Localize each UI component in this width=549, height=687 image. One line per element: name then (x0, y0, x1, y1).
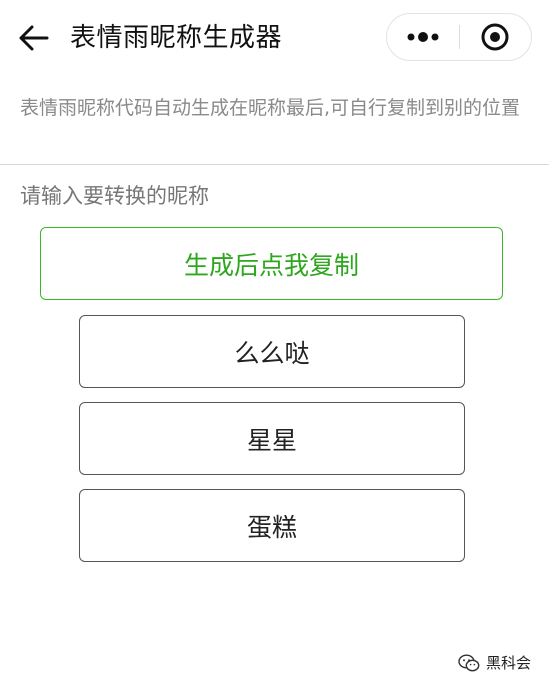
more-button[interactable] (387, 14, 459, 60)
capsule-menu (386, 13, 532, 61)
option-button-memeda[interactable]: 么么哒 (79, 315, 465, 388)
target-circle-icon (481, 23, 509, 51)
generate-copy-button[interactable]: 生成后点我复制 (40, 227, 503, 300)
option-button-cake[interactable]: 蛋糕 (79, 489, 465, 562)
divider (0, 164, 549, 165)
watermark: 黑科会 (458, 652, 531, 673)
page-title: 表情雨昵称生成器 (70, 23, 283, 53)
option-button-stars[interactable]: 星星 (79, 402, 465, 475)
back-button[interactable] (14, 20, 54, 56)
arrow-left-icon (19, 25, 49, 51)
close-button[interactable] (460, 14, 532, 60)
watermark-text: 黑科会 (485, 654, 531, 672)
wechat-icon (458, 653, 480, 671)
nickname-input[interactable] (20, 178, 530, 214)
header-bar: 表情雨昵称生成器 (0, 0, 549, 76)
app-page: 表情雨昵称生成器 表情雨昵称代码自动生成在昵称最后,可自行复制到别的位置 生成后… (0, 0, 549, 687)
more-dots-icon (407, 32, 439, 42)
notice-text: 表情雨昵称代码自动生成在昵称最后,可自行复制到别的位置 (20, 97, 521, 119)
